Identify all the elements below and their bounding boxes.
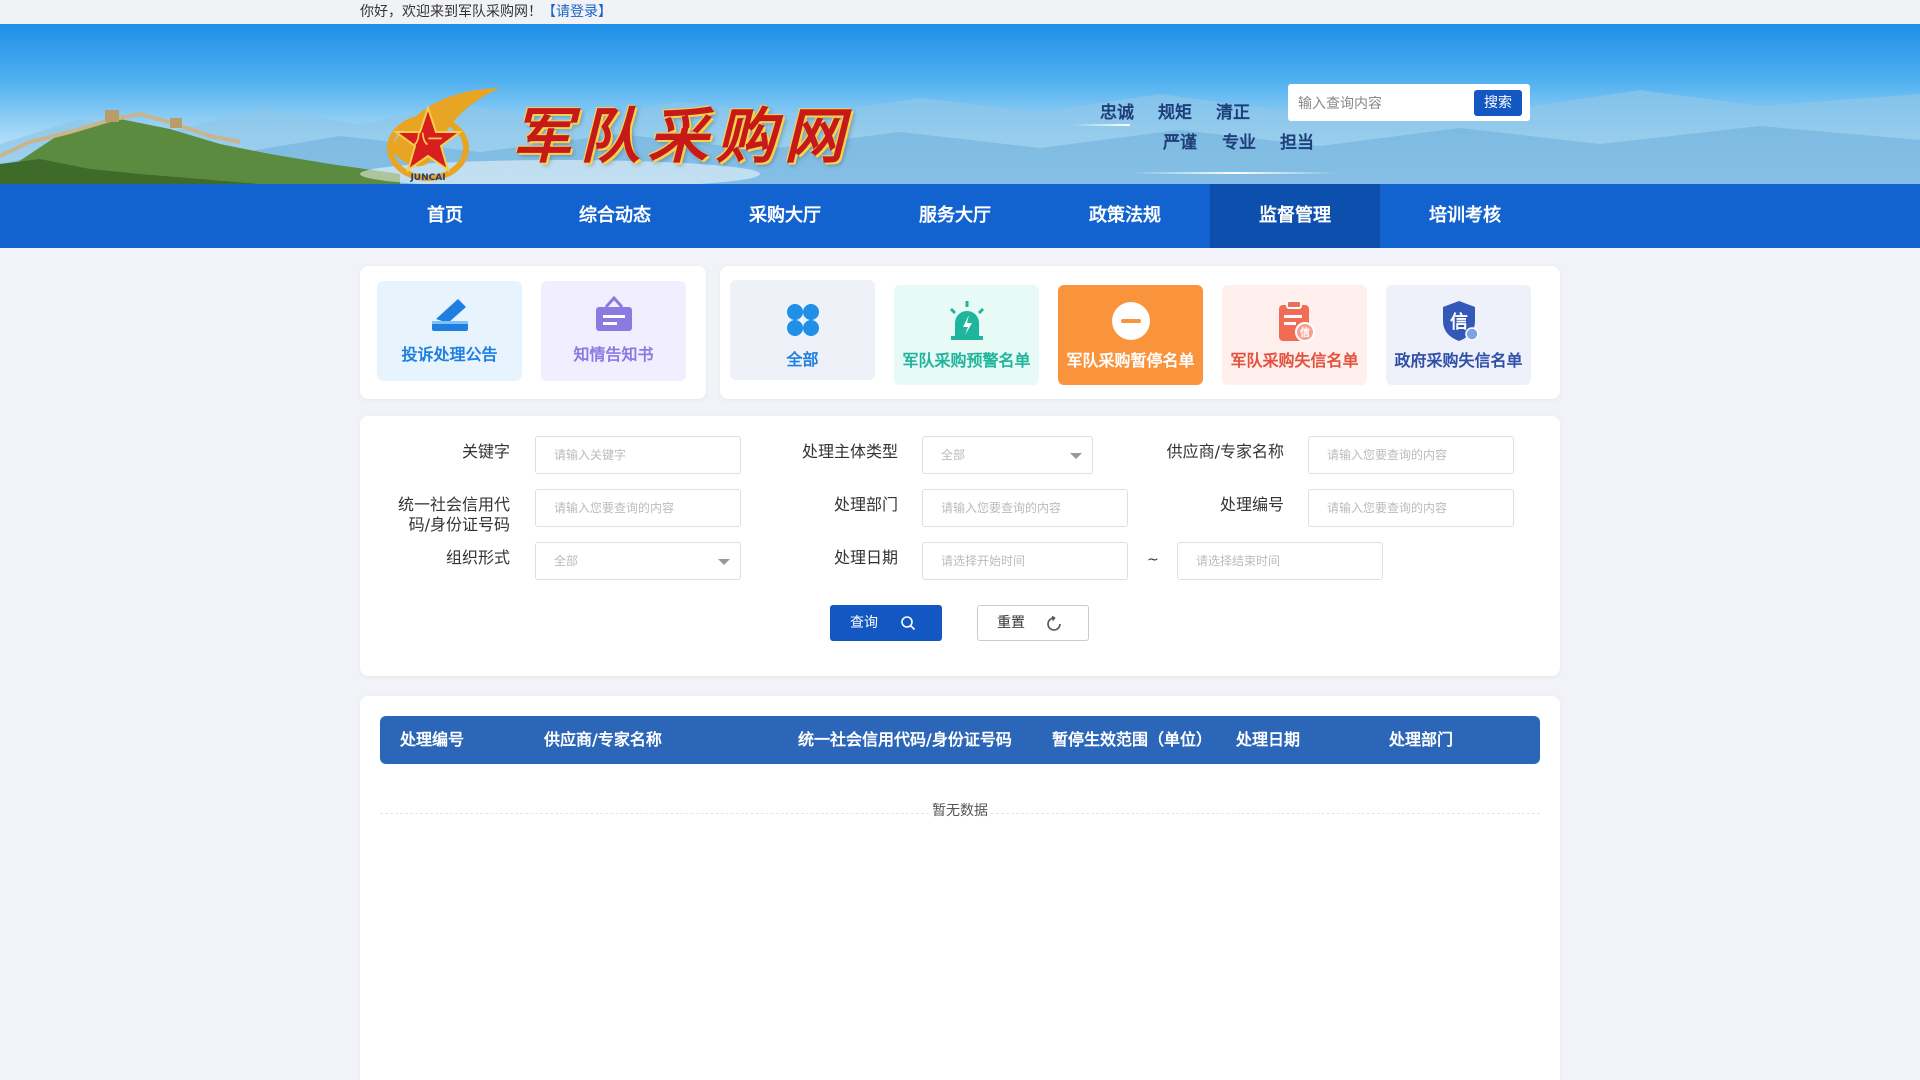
svg-text:信: 信 [1450,311,1468,333]
nav-item-home[interactable]: 首页 [360,184,530,248]
start-date-input[interactable]: 请选择开始时间 [922,542,1128,580]
department-label: 处理部门 [833,495,898,514]
tile-label: 军队采购暂停名单 [1066,351,1195,370]
column-header-case-number: 处理编号 [400,730,465,749]
column-header-suspension-scope: 暂停生效范围（单位） [1052,730,1213,749]
case-number-input[interactable]: 请输入您要查询的内容 [1308,489,1514,527]
tile-government-dishonest-list[interactable]: 信 政府采购失信名单 [1386,285,1531,385]
credit-code-input[interactable]: 请输入您要查询的内容 [535,489,741,527]
tile-label: 军队采购预警名单 [902,351,1031,370]
supplier-name-input[interactable]: 请输入您要查询的内容 [1308,436,1514,474]
tile-label: 知情告知书 [573,345,654,364]
column-header-supplier-name: 供应商/专家名称 [544,730,662,749]
reset-button[interactable]: 重置 [977,605,1089,641]
grid-icon [786,304,819,336]
nav-item-supervision[interactable]: 监督管理 [1210,184,1380,248]
tile-label: 全部 [786,350,819,369]
column-header-department: 处理部门 [1389,730,1454,749]
column-header-date: 处理日期 [1236,730,1301,749]
case-number-label: 处理编号 [1219,495,1284,514]
tile-label: 投诉处理公告 [401,345,498,364]
nav-item-training[interactable]: 培训考核 [1380,184,1550,248]
slogan-rules: 规矩 [1158,103,1192,123]
date-label: 处理日期 [833,548,898,567]
header-search-button[interactable]: 搜索 [1474,90,1522,116]
refresh-icon [1047,616,1061,631]
site-title: 军队采购网 [512,102,852,172]
query-button[interactable]: 查询 [830,605,942,641]
nav-item-service-hall[interactable]: 服务大厅 [870,184,1040,248]
slogan-loyalty: 忠诚 [1100,103,1134,123]
main-nav: 首页 综合动态 采购大厅 服务大厅 政策法规 监督管理 培训考核 [0,184,1920,248]
tile-complaint-notice[interactable]: 投诉处理公告 [377,281,522,381]
column-header-credit-code: 统一社会信用代码/身份证号码 [798,730,1012,749]
notice-category-card: 投诉处理公告 知情告知书 [360,266,706,399]
tile-warning-list[interactable]: 军队采购预警名单 [894,285,1039,385]
svg-text:八一: 八一 [413,132,442,148]
list-category-card: 全部 军队采购预警名单 军队采购暂停名单 信 军队采购失信名单 信 政府采购失信… [720,266,1560,399]
department-input[interactable]: 请输入您要查询的内容 [922,489,1128,527]
search-icon [901,616,916,631]
header-search-input[interactable] [1298,92,1458,114]
mountain-landscape [0,90,1920,184]
notice-board-icon [595,295,632,331]
tile-suspension-list[interactable]: 军队采购暂停名单 [1058,285,1203,385]
welcome-text: 你好，欢迎来到军队采购网！ [360,4,542,20]
end-date-input[interactable]: 请选择结束时间 [1177,542,1383,580]
alarm-icon [949,301,984,340]
subject-type-select[interactable]: 全部 [922,436,1093,474]
slogan-integrity: 清正 [1216,103,1250,123]
header-search: 搜索 [1288,84,1530,121]
tile-label: 军队采购失信名单 [1230,351,1359,370]
org-form-select[interactable]: 全部 [535,542,741,580]
nav-item-procurement-hall[interactable]: 采购大厅 [700,184,870,248]
nav-item-news[interactable]: 综合动态 [530,184,700,248]
org-form-label: 组织形式 [445,548,510,567]
tile-notification-letter[interactable]: 知情告知书 [541,281,686,381]
nav-item-policy[interactable]: 政策法规 [1040,184,1210,248]
keyword-input[interactable]: 请输入关键字 [535,436,741,474]
subject-type-label: 处理主体类型 [801,442,898,461]
tile-military-dishonest-list[interactable]: 信 军队采购失信名单 [1222,285,1367,385]
slogan-responsibility: 担当 [1280,133,1314,153]
clipboard-icon: 信 [1278,300,1315,342]
results-table-header: 处理编号 供应商/专家名称 统一社会信用代码/身份证号码 暂停生效范围（单位） … [380,716,1540,764]
supplier-name-label: 供应商/专家名称 [1166,442,1284,461]
credit-code-label: 统一社会信用代 码/身份证号码 [397,495,510,534]
header-banner: 八一 JUNCAI 军队采购网 忠诚 规矩 清正 严谨 专业 担当 [0,24,1920,184]
tile-all[interactable]: 全部 [730,280,875,380]
tile-label: 政府采购失信名单 [1394,351,1523,370]
svg-text:信: 信 [1300,326,1310,339]
svg-text:JUNCAI: JUNCAI [409,173,445,183]
empty-state-text: 暂无数据 [930,800,990,820]
shield-credit-icon: 信 [1442,301,1479,341]
slogan-professional: 专业 [1222,133,1256,153]
top-bar: 你好，欢迎来到军队采购网！【请登录】 [0,0,1920,24]
ballot-box-icon [431,299,468,331]
login-link[interactable]: 【请登录】 [542,4,612,20]
keyword-label: 关键字 [461,442,510,461]
slogan-rigor: 严谨 [1163,133,1197,153]
minus-circle-icon [1111,302,1150,340]
date-separator: ~ [1147,552,1159,568]
